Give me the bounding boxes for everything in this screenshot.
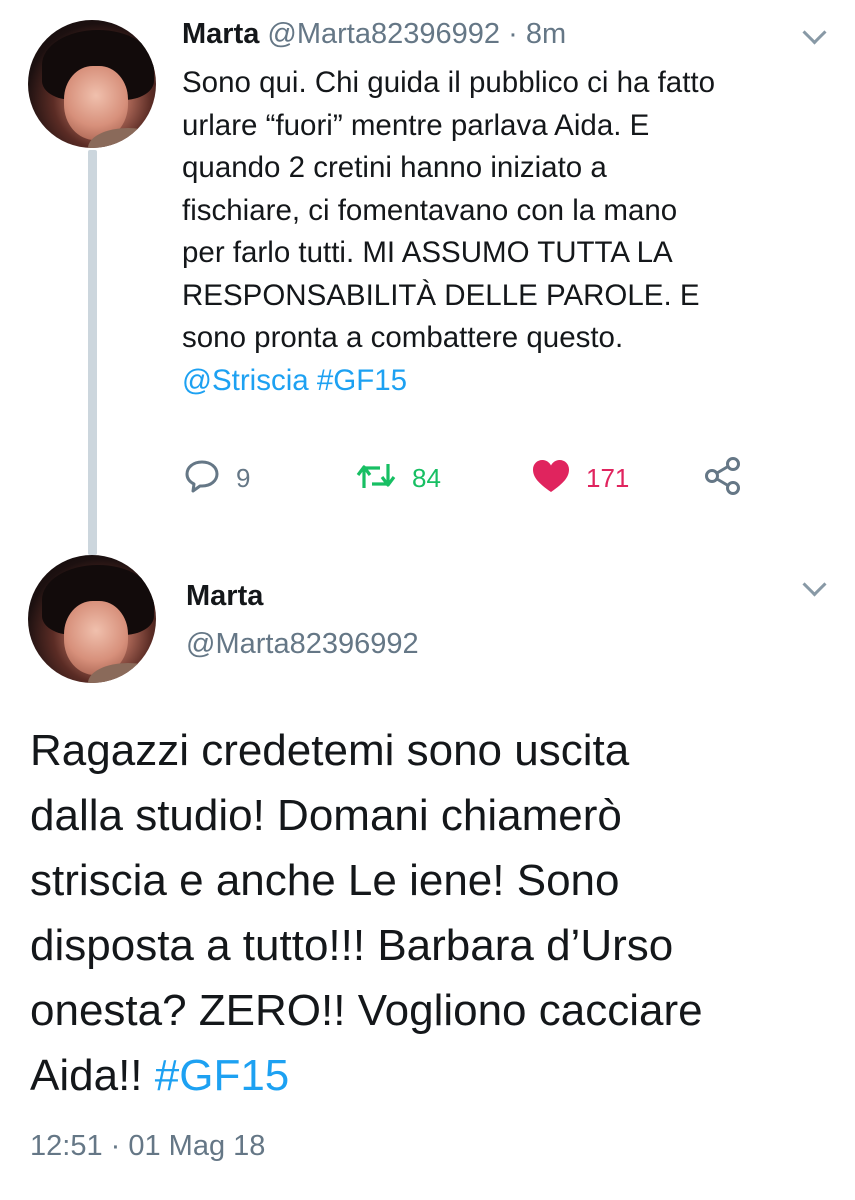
tweet-text: Sono qui. Chi guida il pubblico ci ha fa… — [182, 62, 842, 402]
retweet-count: 84 — [412, 462, 441, 493]
tweet-text-line: dalla studio! Domani chiamerò — [30, 791, 622, 840]
like-button[interactable]: 171 — [530, 456, 629, 500]
tweet-header: Marta @Marta82396992 · 8m — [182, 14, 566, 54]
tweet-text: Ragazzi credetemi sono uscita dalla stud… — [30, 718, 840, 1108]
tweet-text-line: disposta a tutto!!! Barbara d’Urso — [30, 921, 674, 970]
reply-count: 9 — [236, 462, 251, 493]
like-count: 171 — [586, 462, 630, 493]
tweet-text-line: sono pronta a combattere questo. — [182, 321, 624, 354]
tweet-text-line: RESPONSABILITÀ DELLE PAROLE. E — [182, 278, 700, 312]
tweet-text-line: onesta? ZERO!! Vogliono cacciare — [30, 986, 703, 1035]
tweet-text-line: Aida!! #GF15 — [30, 1043, 840, 1108]
speech-bubble-icon — [182, 456, 222, 501]
author-handle[interactable]: @Marta82396992 — [267, 18, 500, 50]
retweet-button[interactable]: 84 — [354, 456, 441, 500]
tweet-text-line: quando 2 cretini hanno iniziato a — [182, 151, 607, 184]
tweet-text-line: striscia e anche Le iene! Sono — [30, 856, 620, 905]
tweet-text-line: fischiare, ci fomentavano con la mano — [182, 193, 678, 227]
tweet-text-line: per farlo tutti. MI ASSUMO TUTTA LA — [182, 236, 673, 269]
share-nodes-icon — [702, 455, 744, 502]
tweet-text-line: Sono qui. Chi guida il pubblico ci ha fa… — [182, 66, 715, 99]
tweet-actions: 9 84 171 — [182, 456, 782, 500]
tweet-text-line: urlare “fuori” mentre parlava Aida. E — [182, 108, 650, 142]
hashtag-link[interactable]: #GF15 — [317, 364, 407, 397]
hashtag-link[interactable]: #GF15 — [155, 1051, 290, 1100]
avatar[interactable] — [28, 20, 156, 148]
tweet-text-line: Ragazzi credetemi sono uscita — [30, 726, 630, 775]
chevron-down-icon[interactable] — [802, 20, 827, 45]
avatar[interactable] — [28, 555, 156, 683]
thread-connector-line — [88, 150, 97, 555]
tweet-mentions-line: @Striscia #GF15 — [182, 360, 842, 403]
tweet-timestamp[interactable]: 12:51 · 01 Mag 18 — [30, 1126, 265, 1166]
chevron-down-icon[interactable] — [802, 572, 827, 597]
header-separator: · — [508, 18, 518, 50]
author-handle[interactable]: @Marta82396992 — [186, 624, 419, 664]
reply-button[interactable]: 9 — [182, 456, 250, 500]
retweet-arrows-icon — [354, 456, 398, 501]
mention-link[interactable]: @Striscia — [182, 364, 309, 397]
tweet-text-fragment: Aida!! — [30, 1051, 143, 1100]
tweet-time-ago[interactable]: 8m — [526, 18, 566, 50]
share-button[interactable] — [702, 456, 744, 500]
author-name[interactable]: Marta — [182, 18, 259, 50]
author-name[interactable]: Marta — [186, 576, 263, 616]
heart-icon — [530, 456, 572, 501]
